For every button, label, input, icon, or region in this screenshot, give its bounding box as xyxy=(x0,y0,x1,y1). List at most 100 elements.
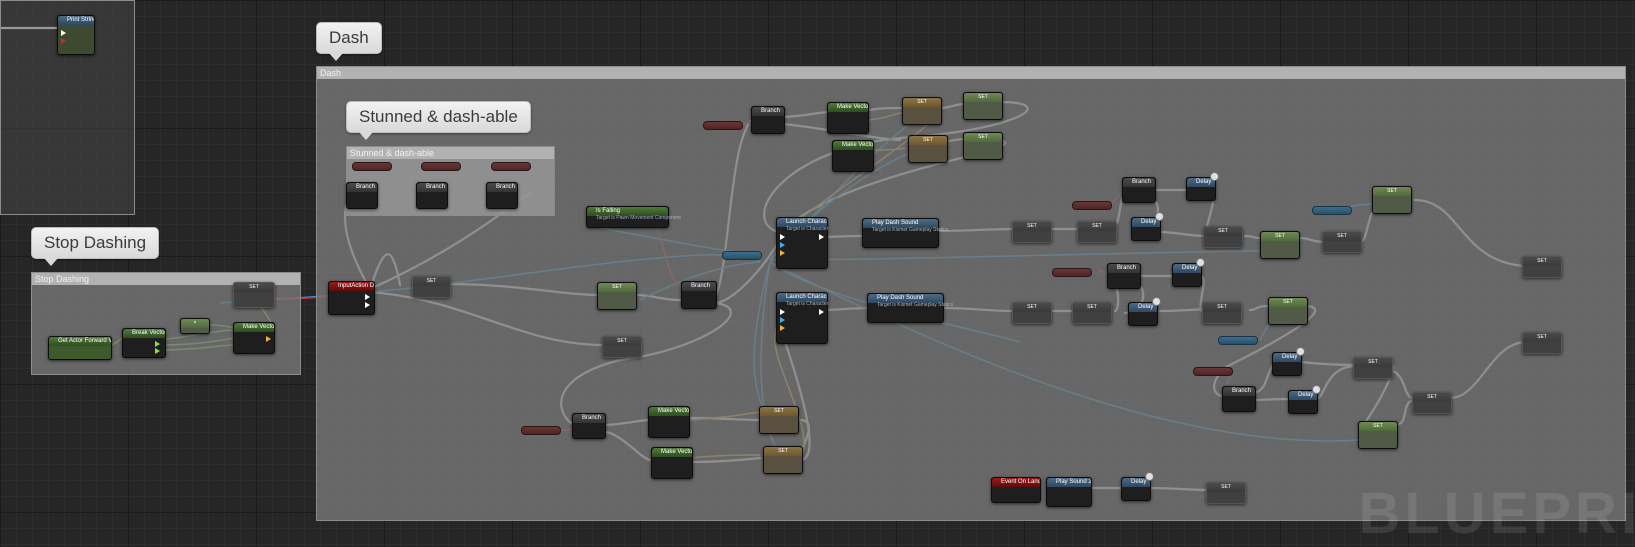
latent-clock-icon xyxy=(1155,212,1164,221)
set-node[interactable]: SET xyxy=(602,336,642,358)
branch-node[interactable]: Branch xyxy=(416,182,448,209)
bubble-stop-dashing[interactable]: Stop Dashing xyxy=(31,227,160,266)
make-vector-node[interactable]: Make Vector xyxy=(827,102,869,134)
set-node[interactable]: SET xyxy=(1522,332,1562,354)
delay-node[interactable]: ◷ Delay xyxy=(1131,217,1161,241)
float-pin[interactable] xyxy=(155,341,160,347)
set-node[interactable]: SET xyxy=(763,446,803,474)
branch-node[interactable]: Branch xyxy=(572,413,606,439)
pressed-exec-pin[interactable] xyxy=(365,294,370,300)
set-node[interactable]: SET xyxy=(1012,302,1052,324)
set-node[interactable]: SET xyxy=(1353,357,1393,379)
set-node[interactable]: SET xyxy=(902,97,942,125)
node-title: Branch xyxy=(573,414,605,423)
is-falling-node[interactable]: Is Falling Target is Pawn Movement Compo… xyxy=(586,206,681,228)
node-title: SET xyxy=(909,136,947,145)
launch-character-node[interactable]: Launch Character Target is Character xyxy=(776,292,828,344)
character-variable[interactable] xyxy=(1312,206,1352,215)
play-dash-sound-node[interactable]: ƒ Play Dash Sound Target is Kismet Gamep… xyxy=(867,293,953,323)
input-action-dash-node[interactable]: ◆ InputAction Dash xyxy=(328,281,375,315)
bool-variable[interactable] xyxy=(1072,201,1112,210)
set-node[interactable]: SET xyxy=(1206,482,1246,504)
exec-out-pin[interactable] xyxy=(819,234,824,240)
latent-clock-icon xyxy=(1196,258,1205,267)
target-pin[interactable] xyxy=(780,317,785,323)
set-node[interactable]: SET xyxy=(963,92,1003,120)
stunned-variable[interactable] xyxy=(352,162,392,171)
vector-pin[interactable] xyxy=(266,336,271,342)
play-sound-2d-node[interactable]: ƒ Play Sound 2D xyxy=(1046,477,1092,507)
bubble-dash[interactable]: Dash xyxy=(316,22,382,61)
set-node[interactable]: SET xyxy=(1203,226,1243,248)
velocity-pin[interactable] xyxy=(780,325,785,331)
set-node[interactable]: SET xyxy=(1322,231,1362,253)
set-node[interactable]: SET xyxy=(1268,297,1308,325)
string-pin[interactable] xyxy=(61,38,66,44)
exec-in-pin[interactable] xyxy=(61,30,66,36)
set-node[interactable]: SET xyxy=(759,406,799,434)
make-vector-node[interactable]: Make Vector xyxy=(233,322,275,354)
multiply-node[interactable]: × xyxy=(180,318,210,334)
character-variable[interactable] xyxy=(722,251,762,260)
velocity-pin[interactable] xyxy=(780,250,785,256)
delay-node[interactable]: ◷ Delay xyxy=(1128,302,1158,326)
branch-node[interactable]: Branch xyxy=(346,182,378,209)
character-variable[interactable] xyxy=(1218,336,1258,345)
branch-node[interactable]: Branch xyxy=(681,281,717,309)
float-pin[interactable] xyxy=(155,348,160,354)
set-node[interactable]: SET xyxy=(233,282,275,308)
delay-node[interactable]: ◷ Delay xyxy=(1272,352,1302,376)
print-string-node[interactable]: Print String xyxy=(57,15,95,55)
set-node[interactable]: SET xyxy=(412,276,451,298)
node-title: Make Vector xyxy=(652,448,692,457)
set-node[interactable]: SET xyxy=(1072,302,1112,324)
break-vector-node[interactable]: Break Vector xyxy=(122,328,166,358)
get-actor-forward-vector-node[interactable]: Get Actor Forward Vector xyxy=(48,336,112,360)
bubble-stunned[interactable]: Stunned & dash-able xyxy=(346,101,531,140)
node-title: SET xyxy=(964,93,1002,102)
delay-node[interactable]: ◷ Delay xyxy=(1288,390,1318,414)
play-dash-sound-node[interactable]: ƒ Play Dash Sound Target is Kismet Gamep… xyxy=(862,218,948,248)
bool-variable[interactable] xyxy=(1193,367,1233,376)
branch-node[interactable]: Branch xyxy=(751,106,785,134)
branch-node[interactable]: Branch xyxy=(1107,263,1141,289)
bool-variable[interactable] xyxy=(703,121,743,130)
delay-node[interactable]: ◷ Delay xyxy=(1121,477,1151,501)
set-node[interactable]: SET xyxy=(1522,256,1562,278)
make-vector-node[interactable]: Make Vector xyxy=(651,447,693,479)
set-node[interactable]: SET xyxy=(1358,421,1398,449)
node-title: Break Vector xyxy=(123,329,165,338)
target-pin[interactable] xyxy=(780,242,785,248)
set-node[interactable]: SET xyxy=(1260,231,1300,259)
node-title: Branch xyxy=(682,282,716,291)
stunned-variable[interactable] xyxy=(491,162,531,171)
set-node[interactable]: SET xyxy=(1202,302,1242,324)
exec-in-pin[interactable] xyxy=(780,309,785,315)
set-node[interactable]: SET xyxy=(963,132,1003,160)
set-node[interactable]: SET xyxy=(908,135,948,163)
stunned-variable[interactable] xyxy=(421,162,461,171)
delay-node[interactable]: ◷ Delay xyxy=(1172,263,1202,287)
event-on-landed-node[interactable]: ◆ Event On Landed xyxy=(991,477,1041,503)
make-vector-node[interactable]: Make Vector xyxy=(832,140,874,172)
exec-in-pin[interactable] xyxy=(780,234,785,240)
set-node[interactable]: SET xyxy=(1412,392,1452,414)
exec-out-pin[interactable] xyxy=(819,309,824,315)
node-title: SET xyxy=(413,277,450,286)
latent-clock-icon xyxy=(1312,385,1321,394)
make-vector-node[interactable]: Make Vector xyxy=(648,406,690,438)
node-title: × xyxy=(181,319,209,328)
node-title: Branch xyxy=(1123,178,1155,187)
bool-variable[interactable] xyxy=(521,426,561,435)
delay-node[interactable]: ◷ Delay xyxy=(1186,177,1216,201)
released-exec-pin[interactable] xyxy=(365,302,370,308)
launch-character-node[interactable]: Launch Character Target is Character xyxy=(776,217,828,269)
set-node[interactable]: SET xyxy=(1077,221,1117,243)
branch-node[interactable]: Branch xyxy=(1222,386,1256,412)
branch-node[interactable]: Branch xyxy=(486,182,518,209)
set-node[interactable]: SET xyxy=(597,282,637,310)
set-node[interactable]: SET xyxy=(1372,186,1412,214)
bool-variable[interactable] xyxy=(1052,268,1092,277)
branch-node[interactable]: Branch xyxy=(1122,177,1156,203)
set-node[interactable]: SET xyxy=(1012,221,1052,243)
